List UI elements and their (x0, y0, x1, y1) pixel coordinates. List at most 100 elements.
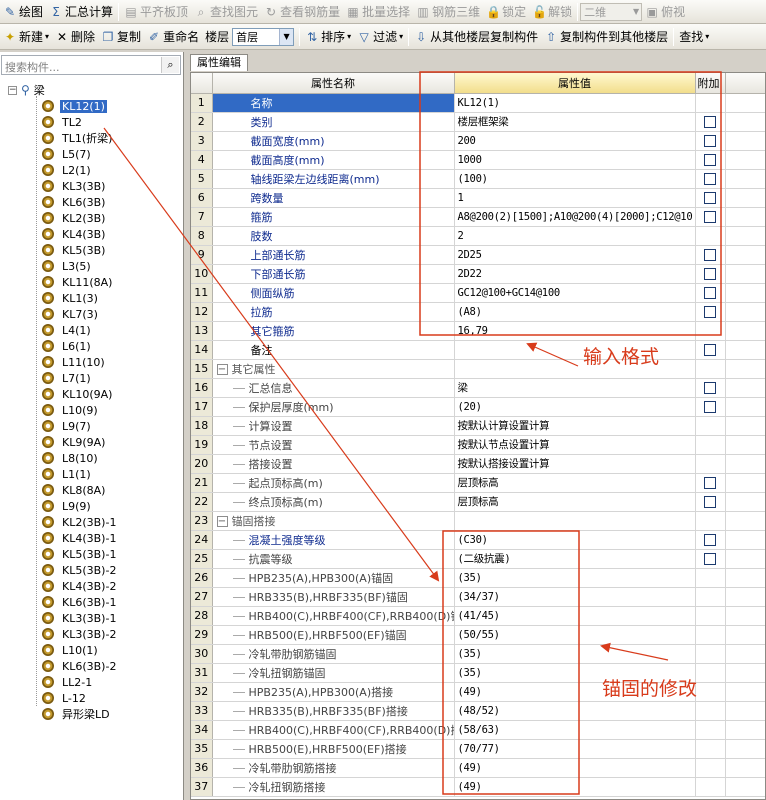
tree-item[interactable]: KL4(3B)-1 (42, 530, 118, 546)
find-button[interactable]: 查找 ▾ (676, 26, 712, 48)
draw-button[interactable]: ✎ 绘图 (0, 1, 46, 23)
unlock-button[interactable]: 🔓 解锁 (529, 1, 575, 23)
floor-select[interactable]: 首层 ▼ (232, 27, 295, 46)
property-value-cell[interactable]: (20) (454, 397, 696, 417)
rebar-3d-button[interactable]: ▥ 钢筋三维 (413, 1, 483, 23)
group-row[interactable]: 15− 其它属性 (191, 359, 765, 379)
tree-item[interactable]: KL10(9A) (42, 386, 114, 402)
tree-item[interactable]: 异形梁LD (42, 706, 112, 722)
property-value-cell[interactable]: 按默认节点设置计算 (454, 435, 696, 455)
table-row[interactable]: 33 HRB335(B),HRBF335(BF)搭接 (48/52) (191, 701, 765, 721)
property-value-cell[interactable]: 2D25 (454, 245, 696, 265)
lock-button[interactable]: 🔒 锁定 (483, 1, 529, 23)
table-row[interactable]: 9 上部通长筋 2D25 (191, 245, 765, 265)
property-value-cell[interactable]: 梁 (454, 378, 696, 398)
copy-to-floor-button[interactable]: ⇧ 复制构件到其他楼层 (541, 26, 671, 48)
delete-button[interactable]: ✕ 删除 (52, 26, 98, 48)
table-row[interactable]: 19 节点设置 按默认节点设置计算 (191, 435, 765, 455)
property-value-cell[interactable]: (34/37) (454, 587, 696, 607)
property-value-cell[interactable]: 1000 (454, 150, 696, 170)
add-checkbox[interactable] (704, 192, 716, 204)
table-row[interactable]: 22 终点顶标高(m) 层顶标高 (191, 492, 765, 512)
tree-item[interactable]: L6(1) (42, 338, 93, 354)
table-row[interactable]: 3 截面宽度(mm) 200 (191, 131, 765, 151)
add-checkbox[interactable] (704, 135, 716, 147)
copy-from-floor-button[interactable]: ⇩ 从其他楼层复制构件 (411, 26, 541, 48)
table-row[interactable]: 24 混凝土强度等级 (C30) (191, 530, 765, 550)
add-checkbox[interactable] (704, 306, 716, 318)
table-row[interactable]: 25 抗震等级 (二级抗震) (191, 549, 765, 569)
add-checkbox[interactable] (704, 496, 716, 508)
tree-item[interactable]: TL1(折梁) (42, 130, 114, 146)
add-checkbox[interactable] (704, 553, 716, 565)
tree-item[interactable]: KL5(3B)-2 (42, 562, 118, 578)
property-value-cell[interactable]: (70/77) (454, 739, 696, 759)
table-row[interactable]: 17 保护层厚度(mm) (20) (191, 397, 765, 417)
table-row[interactable]: 8 肢数 2 (191, 226, 765, 246)
tree-root-beam[interactable]: − ⚲ 梁 (8, 82, 45, 98)
add-checkbox[interactable] (704, 287, 716, 299)
table-row[interactable]: 14 备注 (191, 340, 765, 360)
tree-item[interactable]: KL3(3B)-2 (42, 626, 118, 642)
tree-item[interactable]: L11(10) (42, 354, 107, 370)
property-value-cell[interactable]: (41/45) (454, 606, 696, 626)
tree-item[interactable]: KL6(3B) (42, 194, 107, 210)
property-value-cell[interactable]: (49) (454, 758, 696, 778)
table-row[interactable]: 1 名称 KL12(1) (191, 93, 765, 113)
table-row[interactable]: 16 汇总信息 梁 (191, 378, 765, 398)
add-checkbox[interactable] (704, 344, 716, 356)
table-row[interactable]: 10 下部通长筋 2D22 (191, 264, 765, 284)
property-value-cell[interactable]: 2 (454, 226, 696, 246)
sort-button[interactable]: ⇅ 排序 ▾ (302, 26, 354, 48)
table-row[interactable]: 2 类别 楼层框架梁 (191, 112, 765, 132)
property-value-cell[interactable]: 1 (454, 188, 696, 208)
tree-item[interactable]: KL2(3B)-1 (42, 514, 118, 530)
property-value-cell[interactable]: 2D22 (454, 264, 696, 284)
table-row[interactable]: 36 冷轧带肋钢筋搭接 (49) (191, 758, 765, 778)
add-checkbox[interactable] (704, 116, 716, 128)
table-row[interactable]: 35 HRB500(E),HRBF500(EF)搭接 (70/77) (191, 739, 765, 759)
property-value-cell[interactable]: A8@200(2)[1500];A10@200(4)[2000];C12@10 (454, 207, 696, 227)
tree-item[interactable]: KL2(3B) (42, 210, 107, 226)
property-value-cell[interactable]: 层顶标高 (454, 473, 696, 493)
table-row[interactable]: 27 HRB335(B),HRBF335(BF)锚固 (34/37) (191, 587, 765, 607)
tree-item[interactable]: L2(1) (42, 162, 93, 178)
view-rebar-button[interactable]: ↻ 查看钢筋量 (261, 1, 343, 23)
table-row[interactable]: 18 计算设置 按默认计算设置计算 (191, 416, 765, 436)
tree-item[interactable]: L9(9) (42, 498, 93, 514)
tree-item[interactable]: L10(1) (42, 642, 100, 658)
tree-item[interactable]: LL2-1 (42, 674, 94, 690)
tree-item[interactable]: L4(1) (42, 322, 93, 338)
property-value-cell[interactable]: (48/52) (454, 701, 696, 721)
property-value-cell[interactable]: (49) (454, 777, 696, 797)
find-element-button[interactable]: ⌕ 查找图元 (191, 1, 261, 23)
collapse-icon[interactable]: − (216, 516, 228, 527)
table-row[interactable]: 29 HRB500(E),HRBF500(EF)锚固 (50/55) (191, 625, 765, 645)
tree-item[interactable]: KL7(3) (42, 306, 100, 322)
table-row[interactable]: 21 起点顶标高(m) 层顶标高 (191, 473, 765, 493)
tree-item[interactable]: KL11(8A) (42, 274, 114, 290)
table-row[interactable]: 12 拉筋 (A8) (191, 302, 765, 322)
property-value-cell[interactable]: (二级抗震) (454, 549, 696, 569)
tree-item[interactable]: L8(10) (42, 450, 100, 466)
summary-calc-button[interactable]: Σ 汇总计算 (46, 1, 116, 23)
table-row[interactable]: 28 HRB400(C),HRBF400(CF),RRB400(D)锚 (41/45… (191, 606, 765, 626)
collapse-icon[interactable]: − (8, 85, 17, 95)
property-value-cell[interactable]: 按默认计算设置计算 (454, 416, 696, 436)
table-row[interactable]: 4 截面高度(mm) 1000 (191, 150, 765, 170)
copy-button[interactable]: ❐ 复制 (98, 26, 144, 48)
tree-item[interactable]: KL3(3B) (42, 178, 107, 194)
add-checkbox[interactable] (704, 211, 716, 223)
tree-item[interactable]: L5(7) (42, 146, 93, 162)
tree-item[interactable]: KL5(3B)-1 (42, 546, 118, 562)
search-icon[interactable]: ⌕ (161, 57, 179, 73)
tree-item[interactable]: KL4(3B) (42, 226, 107, 242)
tree-item[interactable]: KL12(1) (42, 98, 107, 114)
table-row[interactable]: 30 冷轧带肋钢筋锚固 (35) (191, 644, 765, 664)
tree-item[interactable]: L9(7) (42, 418, 93, 434)
tree-item[interactable]: KL6(3B)-2 (42, 658, 118, 674)
add-checkbox[interactable] (704, 249, 716, 261)
property-value-cell[interactable]: KL12(1) (454, 93, 696, 113)
property-value-cell[interactable]: 16,79 (454, 321, 696, 341)
table-row[interactable]: 6 跨数量 1 (191, 188, 765, 208)
